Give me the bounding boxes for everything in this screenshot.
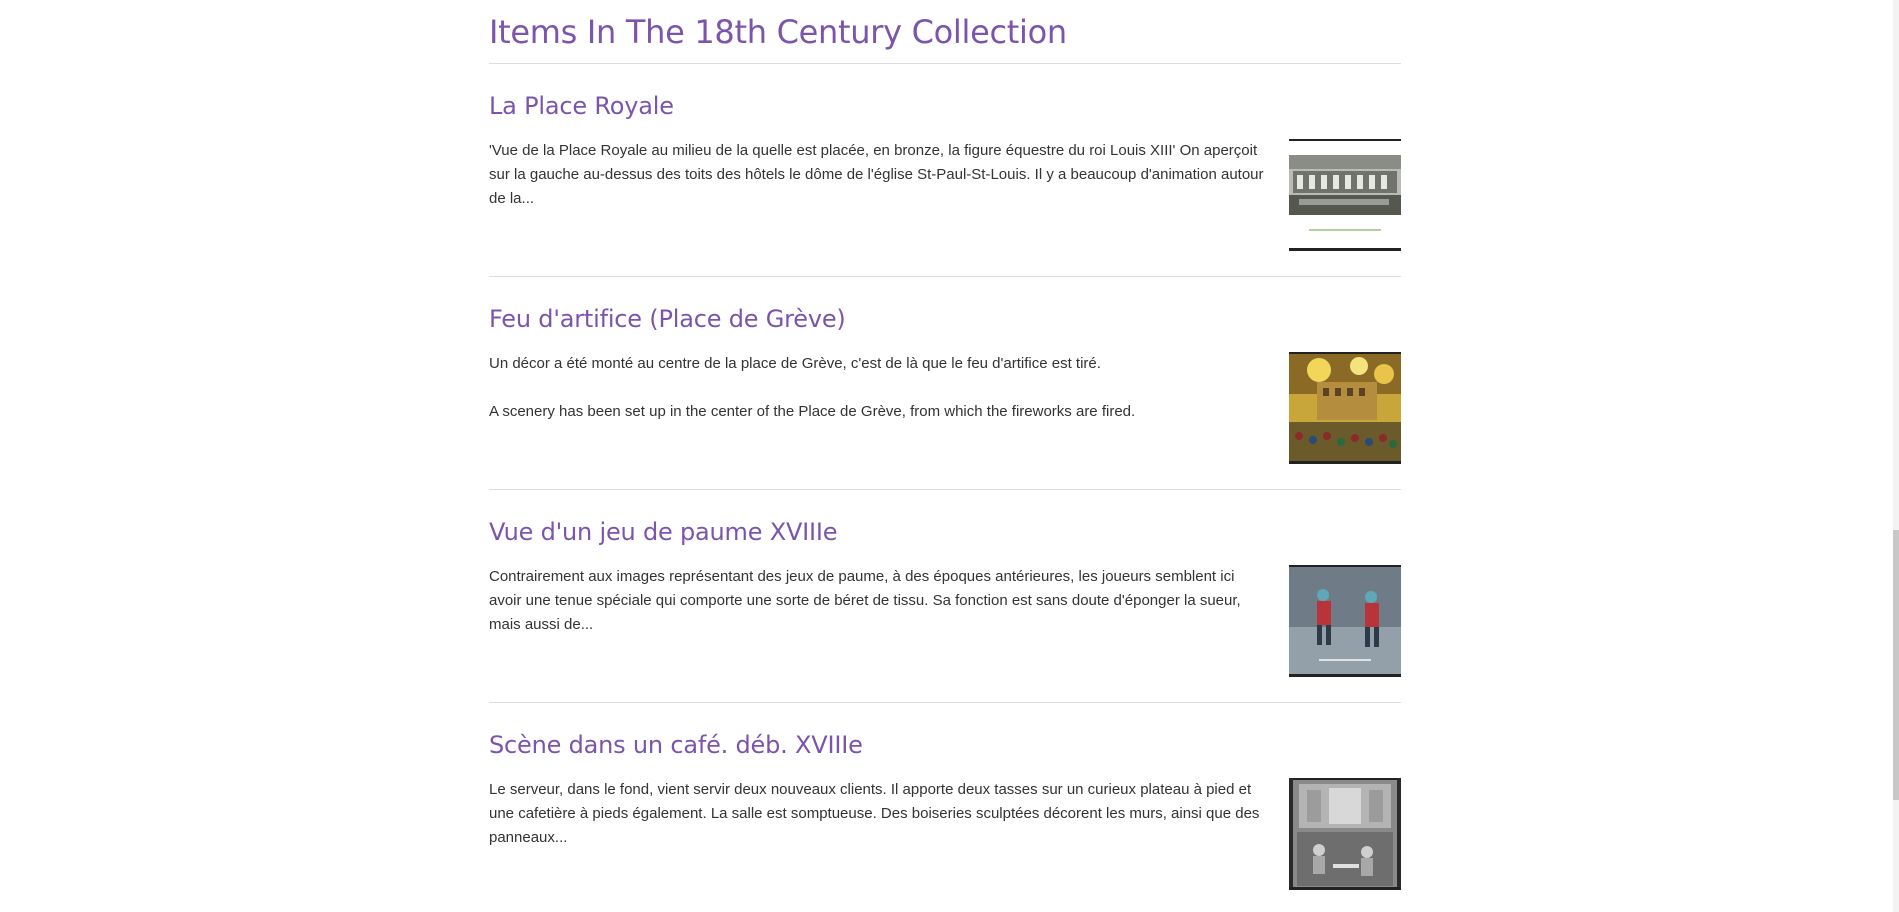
item-description: Contrairement aux images représentant de… [489,565,1269,637]
item-description: Le serveur, dans le fond, vient servir d… [489,778,1269,850]
scrollbar-thumb[interactable] [1893,530,1899,800]
list-item: Scène dans un café. déb. XVIIIe Le serve… [489,703,1401,912]
item-thumbnail[interactable] [1289,565,1401,677]
main-content: Items In The 18th Century Collection La … [489,0,1401,912]
item-description-text: Un décor a été monté au centre de la pla… [489,355,1101,372]
item-thumbnail[interactable] [1289,139,1401,251]
item-description-text: Le serveur, dans le fond, vient servir d… [489,781,1260,846]
item-thumbnail[interactable] [1289,352,1401,464]
list-item: Feu d'artifice (Place de Grève) Un décor… [489,277,1401,490]
item-description: Un décor a été monté au centre de la pla… [489,352,1269,424]
cafe-thumbnail-icon [1289,778,1401,890]
list-item: La Place Royale 'Vue de la Place Royale … [489,64,1401,277]
list-item: Vue d'un jeu de paume XVIIIe Contraireme… [489,490,1401,703]
engraving-thumbnail-icon [1289,139,1401,251]
item-title-link[interactable]: Feu d'artifice (Place de Grève) [489,303,846,335]
item-description-text: Contrairement aux images représentant de… [489,568,1241,633]
tennis-thumbnail-icon [1289,565,1401,677]
page-title: Items In The 18th Century Collection [489,13,1067,51]
item-description: 'Vue de la Place Royale au milieu de la … [489,139,1269,211]
item-thumbnail[interactable] [1289,778,1401,890]
item-title-link[interactable]: La Place Royale [489,90,674,122]
item-title-link[interactable]: Scène dans un café. déb. XVIIIe [489,729,863,761]
item-description-text: 'Vue de la Place Royale au milieu de la … [489,142,1264,207]
fireworks-thumbnail-icon [1289,352,1401,464]
item-title-link[interactable]: Vue d'un jeu de paume XVIIIe [489,516,838,548]
item-description-text: A scenery has been set up in the center … [489,403,1136,420]
